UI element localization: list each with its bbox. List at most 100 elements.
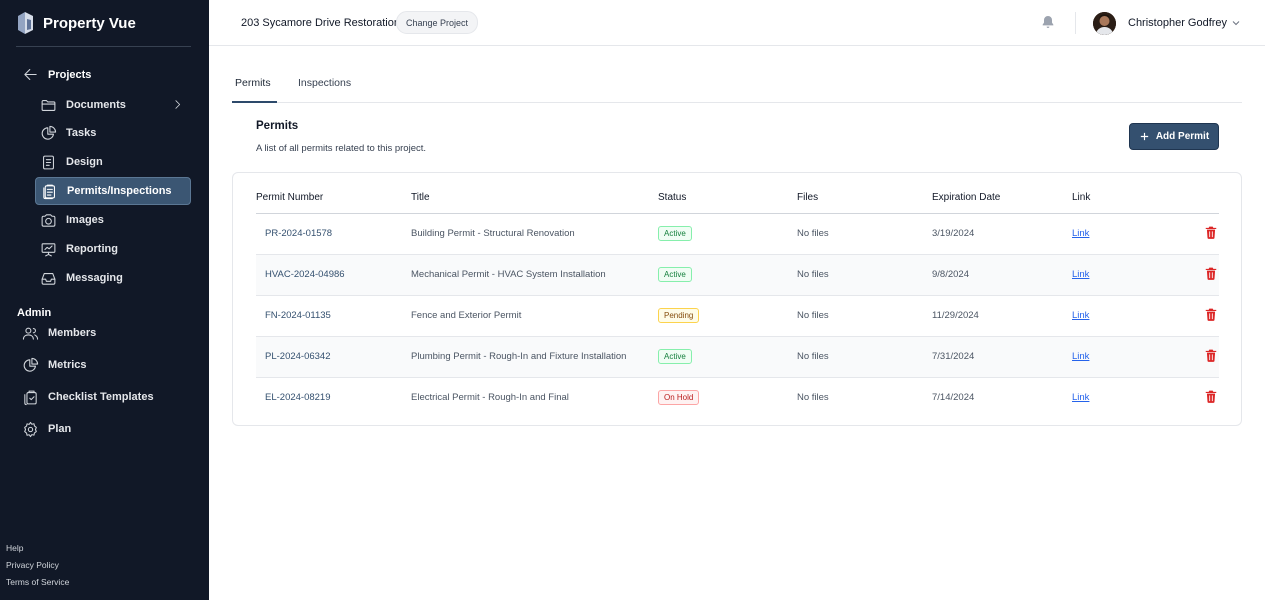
trash-icon[interactable]: [1204, 348, 1218, 363]
table-row[interactable]: PR-2024-01578 Building Permit - Structur…: [256, 214, 1219, 255]
arrow-left-icon: [24, 69, 37, 80]
trash-icon[interactable]: [1204, 307, 1218, 322]
project-name: 203 Sycamore Drive Restoration: [241, 17, 400, 29]
column-header-status: Status: [658, 192, 687, 203]
trash-icon[interactable]: [1204, 389, 1218, 404]
expiration-date: 11/29/2024: [932, 310, 979, 321]
expiration-date: 7/14/2024: [932, 392, 975, 403]
permits-table: Permit Number Title Status Files Expirat…: [232, 172, 1242, 426]
clipboard-icon: [43, 184, 55, 199]
bell-icon[interactable]: [1040, 13, 1056, 31]
sidebar-item-documents[interactable]: Documents: [35, 91, 191, 119]
sidebar-item-checklist-templates[interactable]: Checklist Templates: [22, 387, 154, 407]
add-permit-button[interactable]: Add Permit: [1129, 123, 1219, 150]
chevron-right-icon: [175, 100, 181, 109]
sidebar-item-label: Checklist Templates: [48, 391, 154, 403]
status-badge: On Hold: [658, 390, 700, 405]
change-project-button[interactable]: Change Project: [396, 11, 479, 34]
permit-number: FN-2024-01135: [265, 310, 331, 321]
presentation-chart-icon: [41, 242, 56, 256]
status-badge: Pending: [658, 308, 700, 323]
privacy-policy-link[interactable]: Privacy Policy: [6, 559, 69, 571]
clipboard-copy-icon: [24, 390, 37, 405]
permit-link[interactable]: Link: [1072, 392, 1089, 403]
chart-pie-icon: [23, 357, 39, 372]
projects-label: Projects: [48, 68, 92, 81]
tab-bar: Permits Inspections: [232, 65, 1242, 103]
sidebar-item-metrics[interactable]: Metrics: [22, 355, 87, 375]
brand-name: Property Vue: [43, 14, 136, 32]
sidebar-item-label: Metrics: [48, 359, 87, 371]
permit-number: PR-2024-01578: [265, 228, 333, 239]
permit-title: Electrical Permit - Rough-In and Final: [411, 392, 569, 403]
active-tab-indicator: [232, 101, 277, 103]
sidebar-item-label: Members: [48, 327, 97, 339]
table-row[interactable]: EL-2024-08219 Electrical Permit - Rough-…: [256, 378, 1219, 419]
status-badge: Active: [658, 267, 692, 282]
document-icon: [43, 155, 54, 169]
permit-title: Mechanical Permit - HVAC System Installa…: [411, 269, 606, 280]
tab-permits[interactable]: Permits: [235, 77, 271, 89]
trash-icon[interactable]: [1204, 225, 1218, 240]
sidebar-item-label: Permits/Inspections: [67, 185, 172, 197]
trash-icon[interactable]: [1204, 266, 1218, 281]
permit-link[interactable]: Link: [1072, 310, 1089, 321]
table-row[interactable]: FN-2024-01135 Fence and Exterior Permit …: [256, 296, 1219, 337]
avatar-image-icon: [1093, 12, 1116, 35]
gear-icon: [24, 421, 37, 437]
sidebar-item-tasks[interactable]: Tasks: [35, 119, 191, 147]
expiration-date: 3/19/2024: [932, 228, 975, 239]
permit-title: Building Permit - Structural Renovation: [411, 228, 575, 239]
permit-title: Fence and Exterior Permit: [411, 310, 522, 321]
brand[interactable]: Property Vue: [16, 11, 136, 35]
permit-title: Plumbing Permit - Rough-In and Fixture I…: [411, 351, 627, 362]
permit-files: No files: [797, 228, 829, 239]
column-header-permit-number: Permit Number: [256, 192, 324, 203]
plus-icon: [1140, 132, 1148, 141]
table-row[interactable]: PL-2024-06342 Plumbing Permit - Rough-In…: [256, 337, 1219, 378]
permit-number: EL-2024-08219: [265, 392, 331, 403]
inbox-icon: [41, 272, 56, 285]
sidebar-item-images[interactable]: Images: [35, 206, 191, 234]
back-to-projects[interactable]: Projects: [22, 66, 91, 83]
sidebar-item-messaging[interactable]: Messaging: [35, 264, 191, 292]
sidebar-item-permits-inspections[interactable]: Permits/Inspections: [35, 177, 191, 205]
permit-number: HVAC-2024-04986: [265, 269, 345, 280]
sidebar-item-plan[interactable]: Plan: [22, 419, 71, 439]
sidebar-item-label: Images: [66, 214, 104, 226]
sidebar-item-label: Tasks: [66, 127, 97, 139]
camera-icon: [41, 213, 56, 227]
help-link[interactable]: Help: [6, 542, 69, 554]
permit-files: No files: [797, 351, 829, 362]
terms-of-service-link[interactable]: Terms of Service: [6, 576, 69, 588]
pie-chart-icon: [41, 125, 57, 140]
column-header-title: Title: [411, 192, 430, 203]
permit-link[interactable]: Link: [1072, 228, 1089, 239]
permit-files: No files: [797, 269, 829, 280]
sidebar-item-reporting[interactable]: Reporting: [35, 235, 191, 263]
users-icon: [22, 327, 39, 340]
column-header-expiration-date: Expiration Date: [932, 192, 1001, 203]
sidebar-item-label: Design: [66, 156, 103, 168]
property-vue-logo-icon: [18, 12, 33, 34]
table-row[interactable]: HVAC-2024-04986 Mechanical Permit - HVAC…: [256, 255, 1219, 296]
permit-files: No files: [797, 310, 829, 321]
tab-inspections[interactable]: Inspections: [298, 77, 351, 89]
permit-link[interactable]: Link: [1072, 351, 1089, 362]
add-permit-label: Add Permit: [1155, 131, 1210, 142]
sidebar-item-label: Messaging: [66, 272, 123, 284]
sidebar-item-design[interactable]: Design: [35, 148, 191, 176]
status-badge: Active: [658, 226, 692, 241]
permit-number: PL-2024-06342: [265, 351, 331, 362]
sidebar-item-label: Reporting: [66, 243, 118, 255]
user-name[interactable]: Christopher Godfrey: [1128, 17, 1227, 29]
chevron-down-icon[interactable]: [1230, 17, 1242, 29]
sidebar-footer: Help Privacy Policy Terms of Service: [6, 542, 69, 588]
top-header: 203 Sycamore Drive Restoration Change Pr…: [209, 0, 1265, 46]
permit-link[interactable]: Link: [1072, 269, 1089, 280]
avatar[interactable]: [1093, 12, 1116, 35]
admin-section-label: Admin: [17, 307, 52, 319]
column-header-link: Link: [1072, 192, 1091, 203]
sidebar-item-members[interactable]: Members: [22, 323, 96, 343]
sidebar-divider: [16, 46, 191, 47]
